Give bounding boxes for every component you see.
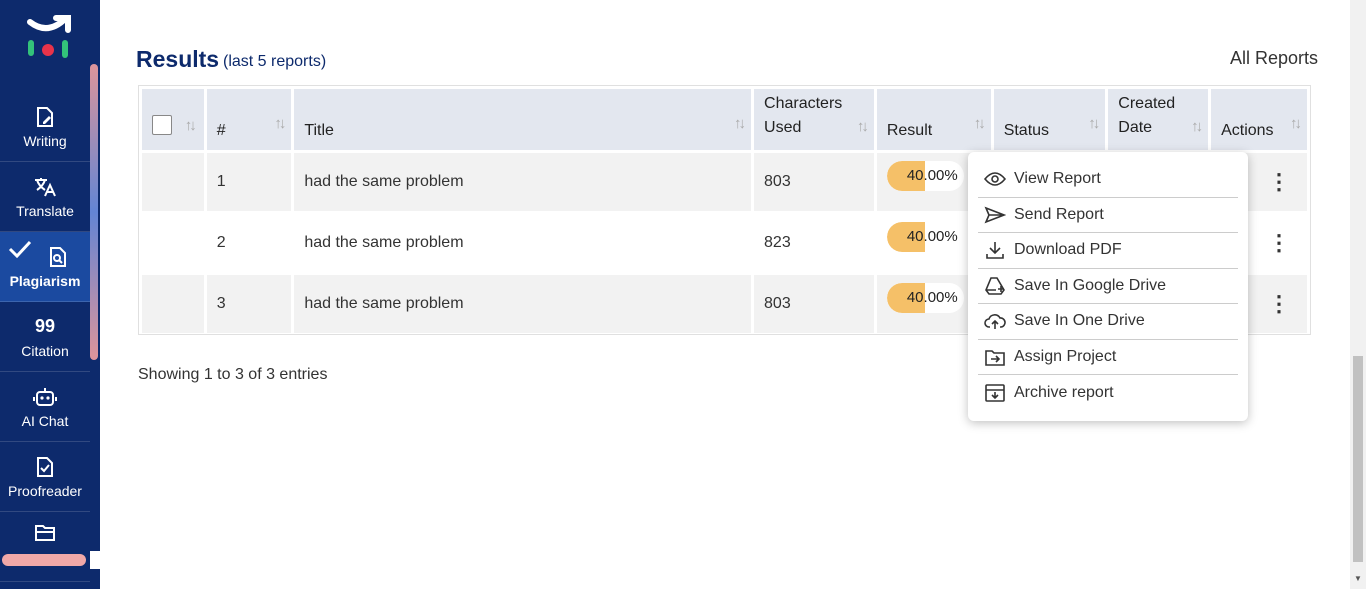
column-header-characters[interactable]: Characters Used ↑↓ bbox=[754, 89, 874, 150]
page-subtitle: (last 5 reports) bbox=[223, 53, 327, 70]
menu-item-assign-project[interactable]: Assign Project bbox=[978, 340, 1238, 375]
check-icon bbox=[8, 240, 32, 261]
column-header-title[interactable]: Title ↑↓ bbox=[294, 89, 752, 150]
assign-icon bbox=[985, 349, 1005, 366]
sort-icon[interactable]: ↑↓ bbox=[1191, 115, 1203, 139]
page-title: Results bbox=[136, 46, 220, 72]
sidebar-horizontal-scrollbar[interactable] bbox=[0, 551, 100, 569]
page-scrollbar[interactable]: ▼ bbox=[1350, 0, 1366, 589]
row-characters: 823 bbox=[754, 214, 874, 272]
menu-item-save-google-drive[interactable]: Save In Google Drive bbox=[978, 269, 1238, 304]
robot-icon bbox=[33, 385, 57, 409]
row-select-cell[interactable] bbox=[142, 214, 204, 272]
sidebar-item-label: Proofreader bbox=[8, 482, 82, 499]
citation-icon: 99 bbox=[34, 316, 56, 336]
menu-item-view-report[interactable]: View Report bbox=[978, 162, 1238, 198]
sidebar-item-writing[interactable]: Writing bbox=[0, 92, 90, 162]
result-badge: 40.00% bbox=[886, 282, 964, 313]
sidebar-item-plagiarism[interactable]: Plagiarism bbox=[0, 232, 90, 302]
row-number: 3 bbox=[206, 275, 292, 333]
cloud-upload-icon bbox=[984, 314, 1006, 330]
row-select-cell[interactable] bbox=[142, 275, 204, 333]
sidebar-item-label: Plagiarism bbox=[9, 272, 81, 289]
more-vertical-icon[interactable]: ⋮ bbox=[1268, 291, 1290, 316]
row-select-cell[interactable] bbox=[142, 153, 204, 211]
sidebar-item-translate[interactable]: Translate bbox=[0, 162, 90, 232]
sidebar-item-proofreader[interactable]: Proofreader bbox=[0, 442, 90, 512]
sort-icon[interactable]: ↑↓ bbox=[1290, 115, 1302, 132]
plagiarism-icon bbox=[46, 245, 70, 269]
scrollbar-thumb[interactable] bbox=[1353, 356, 1363, 562]
column-header-result[interactable]: Result ↑↓ bbox=[876, 89, 991, 150]
translate-icon bbox=[33, 175, 57, 199]
sidebar-item-ai-chat[interactable]: AI Chat bbox=[0, 372, 90, 442]
sidebar-scrollbar[interactable] bbox=[90, 64, 98, 360]
scroll-down-arrow[interactable]: ▼ bbox=[1354, 574, 1362, 583]
sidebar-item-label: Citation bbox=[21, 342, 69, 359]
row-title: had the same problem bbox=[294, 153, 752, 211]
row-characters: 803 bbox=[754, 275, 874, 333]
scrollbar-thumb[interactable] bbox=[2, 554, 86, 566]
row-number: 2 bbox=[206, 214, 292, 272]
select-all-header[interactable]: ↑↓ bbox=[142, 89, 204, 150]
sidebar-item-citation[interactable]: 99 Citation bbox=[0, 302, 90, 372]
more-vertical-icon[interactable]: ⋮ bbox=[1268, 230, 1290, 255]
sort-icon[interactable]: ↑↓ bbox=[857, 115, 869, 139]
row-number: 1 bbox=[206, 153, 292, 211]
sidebar: Writing Translate Plagiarism 99 Citation… bbox=[0, 0, 100, 589]
menu-item-download-pdf[interactable]: Download PDF bbox=[978, 233, 1238, 269]
select-all-checkbox[interactable] bbox=[152, 115, 172, 135]
table-info: Showing 1 to 3 of 3 entries bbox=[138, 366, 328, 383]
table-header-row: ↑↓ # ↑↓ Title ↑↓ Characters Used ↑↓ Resu… bbox=[142, 89, 1307, 150]
sort-icon[interactable]: ↑↓ bbox=[1088, 115, 1100, 132]
all-reports-link[interactable]: All Reports bbox=[1230, 48, 1318, 69]
google-drive-icon bbox=[985, 276, 1005, 295]
sort-icon[interactable]: ↑↓ bbox=[974, 115, 986, 132]
row-title: had the same problem bbox=[294, 214, 752, 272]
row-characters: 803 bbox=[754, 153, 874, 211]
menu-item-archive-report[interactable]: Archive report bbox=[978, 375, 1238, 411]
sidebar-item-label: Translate bbox=[16, 202, 74, 219]
scroll-right-arrow[interactable] bbox=[90, 551, 100, 569]
sidebar-item-folder[interactable] bbox=[0, 512, 90, 582]
column-header-status[interactable]: Status ↑↓ bbox=[993, 89, 1106, 150]
result-badge: 40.00% bbox=[886, 221, 964, 252]
actions-dropdown-menu: View Report Send Report Download PDF Sav… bbox=[968, 152, 1248, 421]
folder-icon bbox=[33, 520, 57, 544]
sort-icon[interactable]: ↑↓ bbox=[185, 117, 197, 134]
sort-icon[interactable]: ↑↓ bbox=[274, 115, 286, 132]
menu-item-send-report[interactable]: Send Report bbox=[978, 198, 1238, 233]
sort-icon[interactable]: ↑↓ bbox=[734, 115, 746, 132]
column-header-number[interactable]: # ↑↓ bbox=[206, 89, 292, 150]
proofreader-icon bbox=[33, 455, 57, 479]
eye-icon bbox=[984, 172, 1006, 187]
sidebar-item-label: AI Chat bbox=[21, 412, 69, 429]
download-icon bbox=[986, 242, 1004, 260]
send-icon bbox=[984, 206, 1006, 224]
app-logo[interactable] bbox=[22, 14, 74, 62]
more-vertical-icon[interactable]: ⋮ bbox=[1268, 169, 1290, 194]
row-title: had the same problem bbox=[294, 275, 752, 333]
menu-item-save-one-drive[interactable]: Save In One Drive bbox=[978, 304, 1238, 340]
column-header-created-date[interactable]: Created Date ↑↓ bbox=[1108, 89, 1209, 150]
archive-icon bbox=[985, 383, 1005, 402]
result-badge: 40.00% bbox=[886, 160, 964, 191]
writing-icon bbox=[33, 105, 57, 129]
sidebar-item-label: Writing bbox=[23, 132, 67, 149]
column-header-actions: Actions ↑↓ bbox=[1211, 89, 1307, 150]
